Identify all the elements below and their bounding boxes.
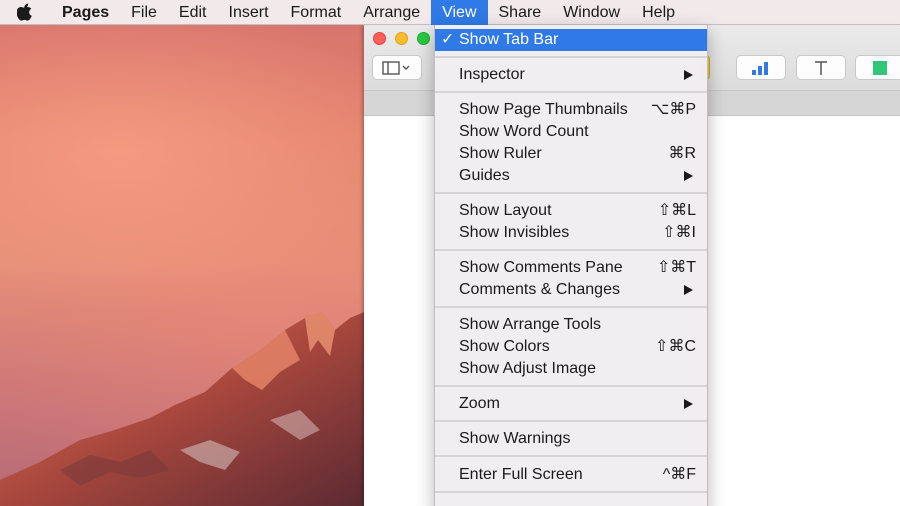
menu-item-shortcut: ^⌘F: [662, 466, 696, 483]
menu-item-shortcut: ⇧⌘T: [656, 259, 696, 276]
chart-icon: [752, 61, 768, 75]
menu-edit[interactable]: Edit: [168, 0, 218, 25]
menu-item-inspector[interactable]: Inspector: [435, 64, 707, 86]
minimize-window-button[interactable]: [395, 32, 408, 45]
menu-item-show-warnings[interactable]: Show Warnings: [435, 428, 707, 450]
close-window-button[interactable]: [373, 32, 386, 45]
menu-item-guides[interactable]: Guides: [435, 165, 707, 187]
menu-separator: [435, 91, 707, 93]
menu-insert[interactable]: Insert: [218, 0, 280, 25]
menu-item-label: Inspector: [459, 66, 525, 83]
shape-toolbar-button[interactable]: [855, 55, 900, 80]
text-toolbar-button[interactable]: [796, 55, 846, 80]
menu-item-show-invisibles[interactable]: Show Invisibles ⇧⌘I: [435, 222, 707, 244]
zoom-window-button[interactable]: [417, 32, 430, 45]
menu-item-label: Guides: [459, 167, 510, 184]
menu-item-label: Enter Full Screen: [459, 466, 583, 483]
menu-item-label: Show Page Thumbnails: [459, 101, 628, 118]
menu-bar: Pages File Edit Insert Format Arrange Vi…: [0, 0, 900, 25]
menu-arrange[interactable]: Arrange: [352, 0, 431, 25]
submenu-arrow-icon: [684, 70, 693, 80]
menu-pages[interactable]: Pages: [50, 0, 120, 25]
text-box-icon: [815, 60, 827, 75]
menu-separator: [435, 249, 707, 251]
menu-item-show-tab-bar[interactable]: ✓ Show Tab Bar: [435, 29, 707, 51]
menu-item-show-adjust-image[interactable]: Show Adjust Image: [435, 358, 707, 380]
menu-item-label: Show Word Count: [459, 123, 589, 140]
menu-item-label: Show Adjust Image: [459, 360, 596, 377]
menu-separator: [435, 491, 707, 493]
menu-item-label: Show Ruler: [459, 145, 542, 162]
apple-logo-icon[interactable]: [0, 0, 50, 25]
menu-item-shortcut: ⌘R: [668, 145, 696, 162]
menu-item-show-comments-pane[interactable]: Show Comments Pane ⇧⌘T: [435, 257, 707, 279]
menu-item-label: Show Tab Bar: [459, 31, 559, 48]
menu-format[interactable]: Format: [280, 0, 353, 25]
menu-item-label: Show Layout: [459, 202, 552, 219]
submenu-arrow-icon: [684, 285, 693, 295]
submenu-arrow-icon: [684, 171, 693, 181]
menu-file[interactable]: File: [120, 0, 168, 25]
view-toolbar-button[interactable]: [372, 55, 422, 80]
view-menu-dropdown: ✓ Show Tab Bar Inspector Show Page Thumb…: [434, 25, 708, 506]
menu-separator: [435, 385, 707, 387]
menu-item-comments-changes[interactable]: Comments & Changes: [435, 279, 707, 301]
menu-separator: [435, 455, 707, 457]
menu-separator: [435, 192, 707, 194]
menu-help[interactable]: Help: [631, 0, 686, 25]
submenu-arrow-icon: [684, 399, 693, 409]
menu-item-label: Show Colors: [459, 338, 550, 355]
sidebar-view-icon: [382, 60, 410, 75]
menu-item-shortcut: ⇧⌘L: [657, 202, 696, 219]
menu-item-label: Comments & Changes: [459, 281, 620, 298]
menu-item-show-page-thumbnails[interactable]: Show Page Thumbnails ⌥⌘P: [435, 99, 707, 121]
menu-separator: [435, 420, 707, 422]
shape-icon: [872, 60, 887, 75]
menu-item-zoom[interactable]: Zoom: [435, 393, 707, 415]
menu-item-shortcut: ⇧⌘C: [655, 338, 696, 355]
menu-separator: [435, 56, 707, 58]
menu-item-label: Zoom: [459, 395, 500, 412]
menu-item-label: Show Arrange Tools: [459, 316, 602, 333]
menu-item-label: Show Comments Pane: [459, 259, 623, 276]
menu-item-shortcut: ⇧⌘I: [662, 224, 696, 241]
checkmark-icon: ✓: [441, 31, 455, 48]
menu-item-show-colors[interactable]: Show Colors ⇧⌘C: [435, 336, 707, 358]
menu-item-show-ruler[interactable]: Show Ruler ⌘R: [435, 143, 707, 165]
menu-separator: [435, 306, 707, 308]
menu-item-show-arrange-tools[interactable]: Show Arrange Tools: [435, 314, 707, 336]
menu-item-show-layout[interactable]: Show Layout ⇧⌘L: [435, 200, 707, 222]
menu-view[interactable]: View: [431, 0, 488, 25]
menu-item-shortcut: ⌥⌘P: [650, 101, 696, 118]
menu-share[interactable]: Share: [488, 0, 553, 25]
chart-toolbar-button[interactable]: [736, 55, 786, 80]
menu-item-label: Show Warnings: [459, 430, 571, 447]
menu-window[interactable]: Window: [552, 0, 631, 25]
menu-item-enter-full-screen[interactable]: Enter Full Screen ^⌘F: [435, 464, 707, 486]
menu-item-label: Show Invisibles: [459, 224, 570, 241]
menu-item-show-word-count[interactable]: Show Word Count: [435, 121, 707, 143]
